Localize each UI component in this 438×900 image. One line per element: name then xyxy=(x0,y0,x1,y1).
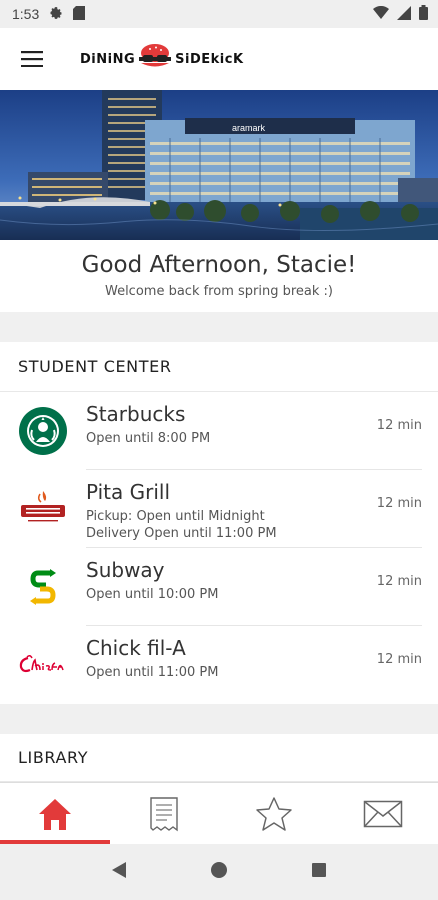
pickup-hours: Pickup: Open until Midnight xyxy=(86,509,265,524)
wait-time: 12 min xyxy=(376,496,422,511)
restaurant-hours: Open until 8:00 PM xyxy=(86,431,211,446)
bottom-navigation xyxy=(0,782,438,844)
section-gap xyxy=(0,312,438,342)
hamburger-menu-button[interactable] xyxy=(0,28,64,90)
list-item-pita-grill[interactable]: Pita Grill Pickup: Open until Midnight D… xyxy=(0,470,438,548)
restaurant-name: Pita Grill xyxy=(86,480,171,504)
greeting-subtitle: Welcome back from spring break :) xyxy=(104,284,333,299)
app-logo: DiNiNG SiDEkicK xyxy=(80,43,244,75)
restaurant-hours: Pickup: Open until Midnight Delivery Ope… xyxy=(86,508,422,542)
aramark-sign: aramark xyxy=(232,123,266,133)
delivery-hours: Delivery Open until 11:00 PM xyxy=(86,526,277,541)
app-bar: DiNiNG SiDEkicK xyxy=(0,28,438,90)
nav-orders[interactable] xyxy=(110,783,220,844)
system-navigation-bar xyxy=(0,844,438,900)
signal-icon xyxy=(397,5,411,23)
list-item-starbucks[interactable]: Starbucks Open until 8:00 PM 12 min xyxy=(0,392,438,470)
subway-logo xyxy=(0,548,86,626)
chick-fil-a-logo xyxy=(0,626,86,704)
greeting-card: Good Afternoon, Stacie! Welcome back fro… xyxy=(0,240,438,312)
nav-favorites[interactable] xyxy=(219,783,329,844)
restaurant-name: Subway xyxy=(86,558,165,582)
greeting-title: Good Afternoon, Stacie! xyxy=(81,252,357,278)
starbucks-logo xyxy=(0,392,86,470)
home-icon xyxy=(38,798,71,830)
wait-time: 12 min xyxy=(376,574,422,589)
hero-image: aramark xyxy=(0,90,438,240)
nav-home[interactable] xyxy=(0,783,110,844)
star-icon xyxy=(256,796,292,831)
section-header-student-center: STUDENT CENTER xyxy=(0,342,438,392)
status-time: 1:53 xyxy=(12,6,40,22)
mail-icon xyxy=(364,800,403,827)
section-header-library: LIBRARY xyxy=(0,734,438,782)
section-gap xyxy=(0,704,438,734)
hamburger-icon xyxy=(21,51,43,67)
restaurant-name: Starbucks xyxy=(86,402,186,426)
wait-time: 12 min xyxy=(376,418,422,433)
restaurant-hours: Open until 10:00 PM xyxy=(86,587,219,602)
status-bar: 1:53 xyxy=(0,0,438,28)
nav-messages[interactable] xyxy=(329,783,438,844)
wifi-icon xyxy=(373,5,389,22)
pita-grill-logo xyxy=(0,470,86,548)
recents-button[interactable] xyxy=(311,862,327,883)
recents-square-icon xyxy=(311,862,326,877)
back-triangle-icon xyxy=(112,861,127,878)
list-item-subway[interactable]: Subway Open until 10:00 PM 12 min xyxy=(0,548,438,626)
home-circle-icon xyxy=(210,861,227,878)
restaurant-name: Chick fil-A xyxy=(86,636,186,660)
receipt-icon xyxy=(150,796,178,831)
sd-card-icon xyxy=(73,5,86,23)
list-item-chick-fil-a[interactable]: Chick fil-A Open until 11:00 PM 12 min xyxy=(0,626,438,704)
restaurant-hours: Open until 11:00 PM xyxy=(86,665,219,680)
burger-glasses-icon xyxy=(136,43,174,75)
logo-text-left: DiNiNG xyxy=(80,51,136,67)
back-button[interactable] xyxy=(111,861,127,884)
battery-icon xyxy=(419,5,428,23)
wait-time: 12 min xyxy=(376,652,422,667)
restaurant-list: Starbucks Open until 8:00 PM 12 min Pita… xyxy=(0,392,438,704)
home-button[interactable] xyxy=(210,861,228,884)
logo-text-right: SiDEkicK xyxy=(175,51,244,67)
settings-gear-icon xyxy=(49,6,63,23)
